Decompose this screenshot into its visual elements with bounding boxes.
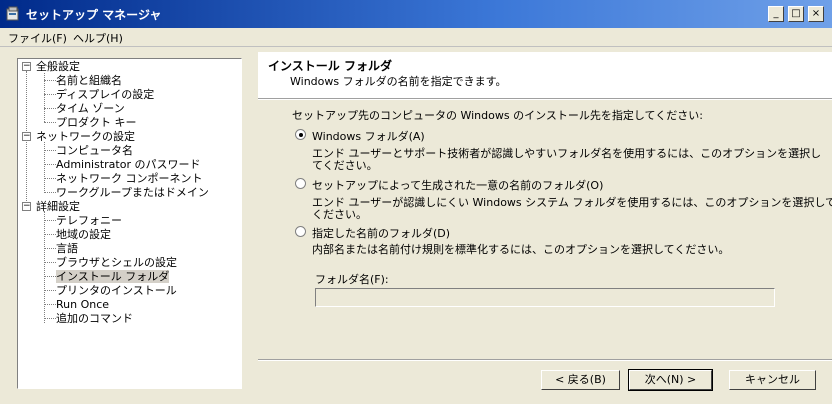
tree-item-printers[interactable]: プリンタのインストール [56,284,177,297]
close-button[interactable]: × [808,6,824,22]
tree-item-browser-shell[interactable]: ブラウザとシェルの設定 [56,256,177,269]
tree-group-network[interactable]: ネットワークの設定 [36,130,135,143]
page-subtitle: Windows フォルダの名前を指定できます。 [290,75,507,88]
cancel-button[interactable]: キャンセル [729,370,816,390]
install-location-prompt: セットアップ先のコンピュータの Windows のインストール先を指定してくださ… [292,109,703,122]
next-button[interactable]: 次へ(N) > [628,369,713,391]
settings-tree[interactable]: − 全般設定 名前と組織名 ディスプレイの設定 タイム ゾーン プロダクト キー… [17,58,242,389]
tree-item-name-org[interactable]: 名前と組織名 [56,74,122,87]
tree-item-additional-commands[interactable]: 追加のコマンド [56,312,133,325]
tree-item-network-components[interactable]: ネットワーク コンポーネント [56,172,203,185]
tree-group-general[interactable]: 全般設定 [36,60,80,73]
tree-item-timezone[interactable]: タイム ゾーン [56,102,125,115]
setup-manager-icon [6,6,19,21]
menu-help[interactable]: ヘルプ(H) [73,30,123,46]
option-windows-folder-desc: エンド ユーザーとサポート技術者が認識しやすいフォルダ名を使用するには、このオプ… [312,147,822,160]
tree-item-display[interactable]: ディスプレイの設定 [56,88,154,101]
menu-file[interactable]: ファイル(F) [8,30,67,46]
tree-item-run-once[interactable]: Run Once [56,298,109,311]
option-unique-folder-label[interactable]: セットアップによって生成された一意の名前のフォルダ(O) [312,177,603,193]
collapse-general-icon[interactable]: − [22,62,31,71]
radio-custom-folder[interactable] [295,226,306,237]
option-unique-folder-desc: エンド ユーザーが認識しにくい Windows システム フォルダを使用するには… [312,196,832,209]
tree-item-product-key[interactable]: プロダクト キー [56,116,137,129]
maximize-button[interactable]: □ [788,6,804,22]
option-unique-folder-desc-2: ください。 [312,208,367,221]
collapse-advanced-icon[interactable]: − [22,202,31,211]
tree-item-workgroup-domain[interactable]: ワークグループまたはドメイン [56,186,209,199]
header-divider [258,98,832,100]
window-title: セットアップ マネージャ [26,8,162,22]
page-title: インストール フォルダ [268,59,392,73]
option-windows-folder-desc-2: てください。 [312,159,378,172]
option-custom-folder-label[interactable]: 指定した名前のフォルダ(D) [312,225,450,241]
folder-name-label: フォルダ名(F): [315,273,389,286]
footer-divider [258,359,832,361]
menu-bar: ファイル(F) ヘルプ(H) [0,28,832,47]
tree-item-install-folder[interactable]: インストール フォルダ [56,270,170,283]
folder-name-input[interactable] [315,288,775,307]
minimize-button[interactable]: _ [768,6,784,22]
radio-windows-folder[interactable] [295,129,306,140]
tree-group-advanced[interactable]: 詳細設定 [36,200,80,213]
option-windows-folder-label[interactable]: Windows フォルダ(A) [312,128,425,144]
option-custom-folder-desc: 内部名または名前付け規則を標準化するには、このオプションを選択してください。 [312,243,730,256]
collapse-network-icon[interactable]: − [22,132,31,141]
radio-unique-folder[interactable] [295,178,306,189]
tree-item-language[interactable]: 言語 [56,242,78,255]
tree-item-telephony[interactable]: テレフォニー [56,214,122,227]
title-bar[interactable]: セットアップ マネージャ _ □ × [0,0,832,28]
tree-item-regional[interactable]: 地域の設定 [56,228,111,241]
tree-item-admin-password[interactable]: Administrator のパスワード [56,158,200,171]
back-button[interactable]: < 戻る(B) [541,370,620,390]
tree-item-computer-name[interactable]: コンピュータ名 [56,144,133,157]
